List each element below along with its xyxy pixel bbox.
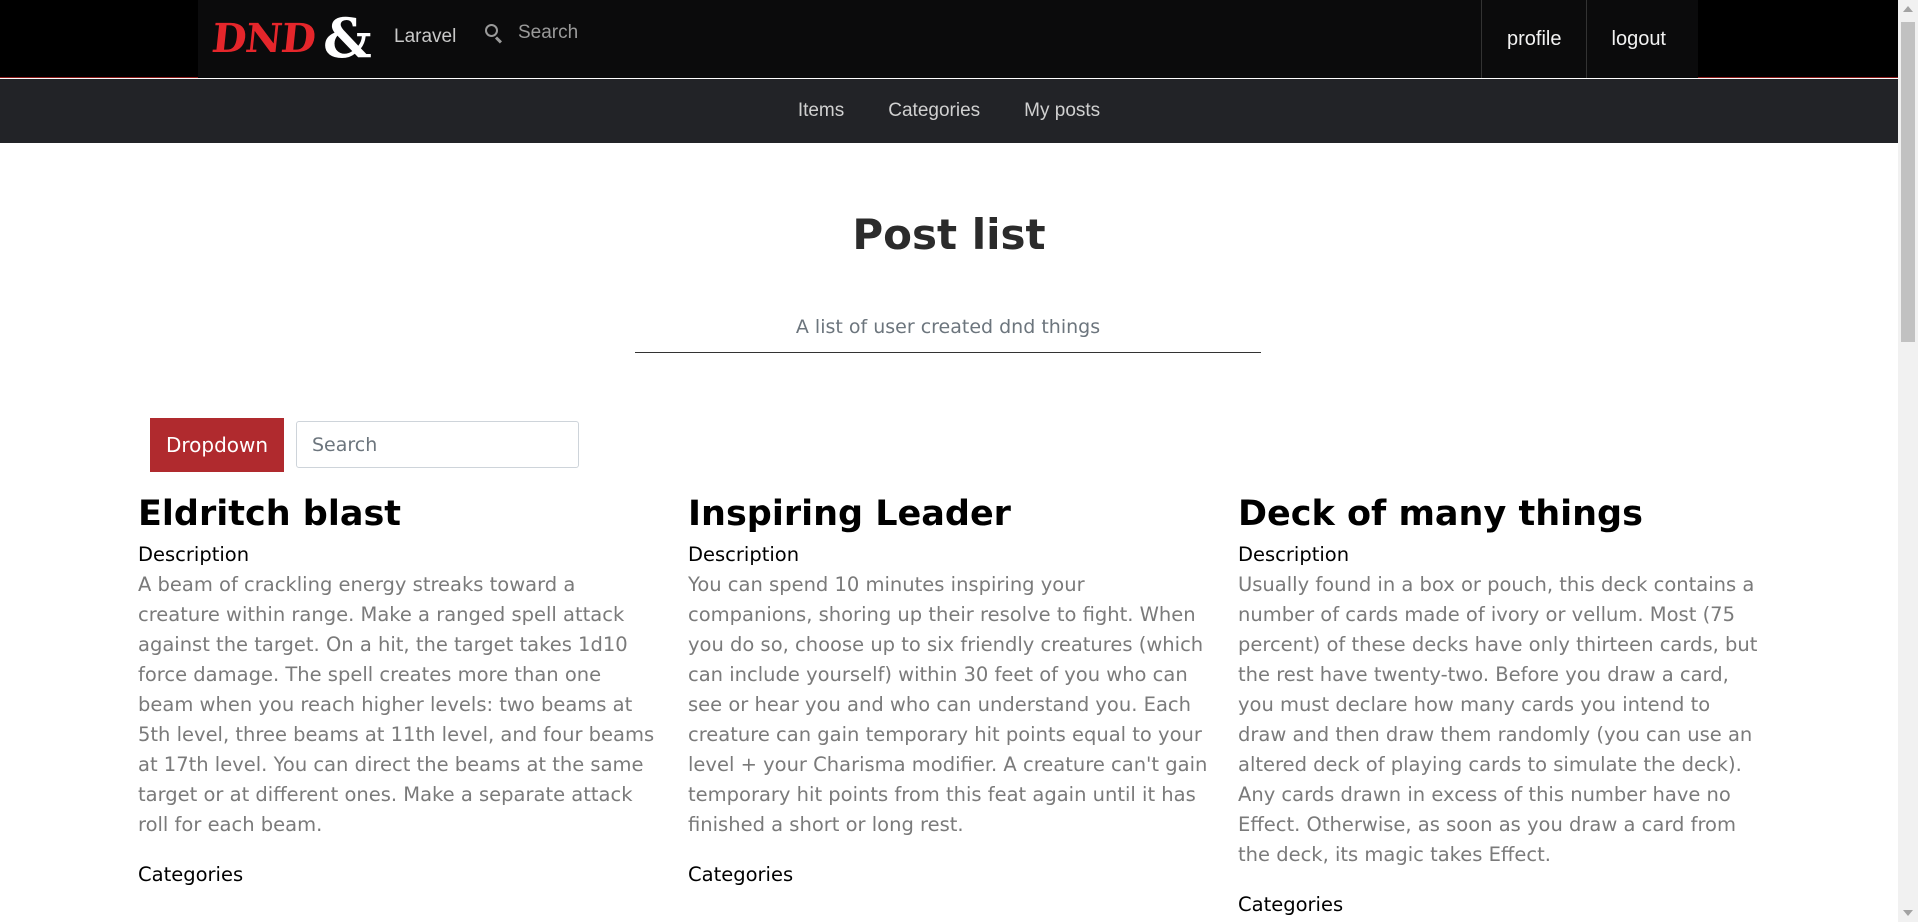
- post-title[interactable]: Deck of many things: [1238, 492, 1758, 536]
- nav-my-posts[interactable]: My posts: [1024, 100, 1100, 122]
- post-card: Eldritch blast Description A beam of cra…: [138, 492, 658, 922]
- search-icon: [484, 23, 504, 44]
- categories-label: Categories: [138, 863, 244, 886]
- dnd-logo[interactable]: DND &: [209, 6, 372, 70]
- post-title[interactable]: Eldritch blast: [138, 492, 658, 536]
- page-subtitle: A list of user created dnd things: [635, 316, 1261, 353]
- nav-categories[interactable]: Categories: [888, 100, 980, 122]
- categories-label: Categories: [1238, 893, 1344, 916]
- top-navbar-container: DND & Laravel profile logout: [198, 0, 1698, 78]
- page-title: Post list: [852, 210, 1046, 259]
- secondary-nav: Items Categories My posts: [0, 79, 1898, 143]
- post-description: Usually found in a box or pouch, this de…: [1238, 573, 1758, 866]
- post-card: Inspiring Leader Description You can spe…: [688, 492, 1208, 922]
- post-search-input[interactable]: [296, 421, 579, 468]
- post-title[interactable]: Inspiring Leader: [688, 492, 1208, 536]
- logout-link[interactable]: logout: [1585, 0, 1699, 78]
- user-menu: profile logout: [1481, 0, 1698, 78]
- categories-label: Categories: [688, 863, 794, 886]
- post-card: Deck of many things Description Usually …: [1238, 492, 1758, 920]
- post-description: A beam of crackling energy streaks towar…: [138, 573, 655, 836]
- top-search-input[interactable]: [518, 22, 818, 44]
- description-label: Description: [1238, 543, 1350, 566]
- description-label: Description: [688, 543, 800, 566]
- scroll-up-arrow-icon[interactable]: [1903, 6, 1913, 12]
- description-label: Description: [138, 543, 250, 566]
- logo-text: DND: [209, 14, 318, 62]
- scroll-down-arrow-icon[interactable]: [1903, 910, 1913, 916]
- ampersand-dragon-icon: &: [322, 6, 372, 70]
- page-scrollbar[interactable]: [1898, 0, 1918, 922]
- dropdown-button[interactable]: Dropdown: [150, 418, 284, 472]
- brand-link[interactable]: Laravel: [394, 26, 456, 48]
- profile-link[interactable]: profile: [1481, 0, 1585, 78]
- top-navbar: DND & Laravel profile logout: [0, 0, 1898, 78]
- top-search: [484, 22, 818, 44]
- nav-items[interactable]: Items: [798, 100, 844, 122]
- post-description: You can spend 10 minutes inspiring your …: [688, 573, 1208, 836]
- scroll-thumb[interactable]: [1901, 22, 1915, 342]
